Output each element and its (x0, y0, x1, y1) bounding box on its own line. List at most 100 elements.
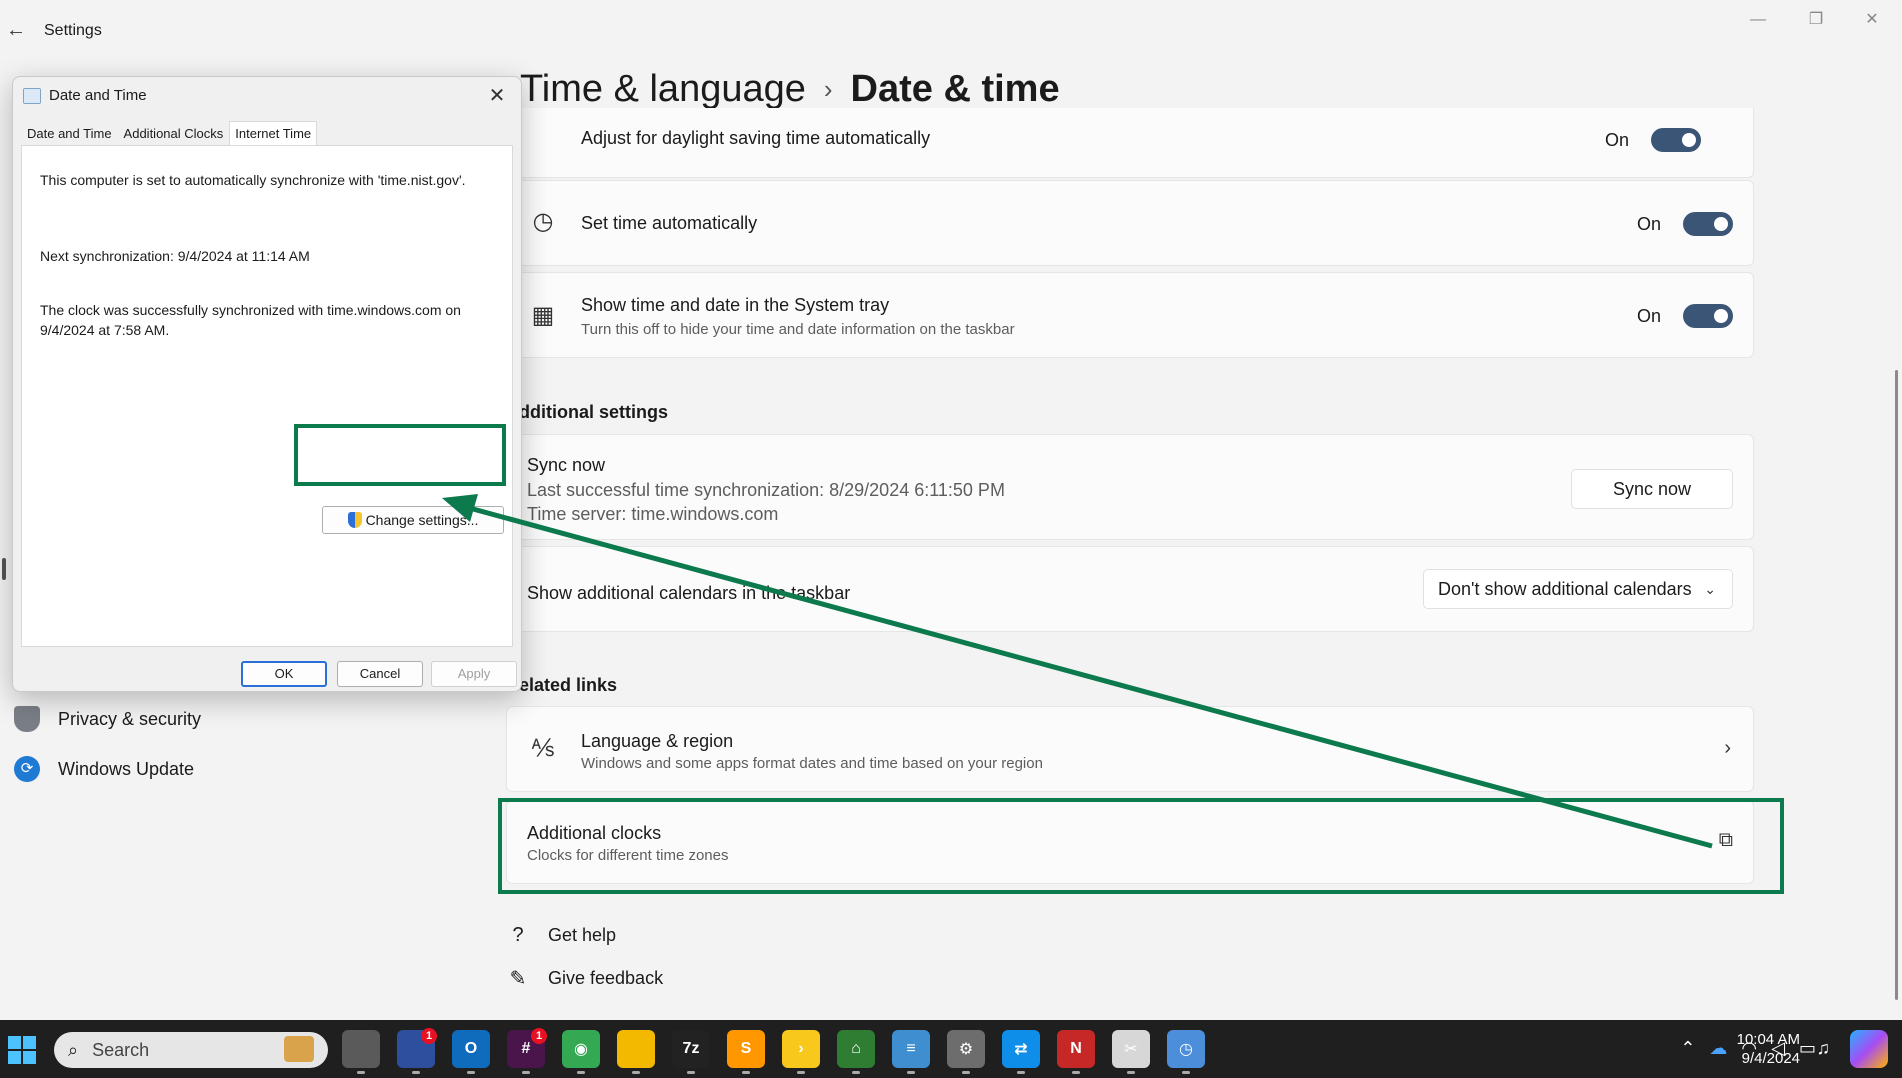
dialog-title: Date and Time (49, 87, 147, 104)
date-time-dialog-icon (23, 87, 41, 104)
dialog-close-icon[interactable]: ✕ (485, 83, 509, 108)
change-settings-label: Change settings... (365, 512, 479, 528)
running-indicator (1072, 1071, 1080, 1074)
page-title: Date & time (850, 68, 1060, 110)
taskbar: ⌕ Search 1 O #1 ◉ 7z S › ⌂ ≡ ⚙ ⇄ N ✂ ◷ ⌃ ☁ ◠ ◁ ▭ 10:0… (0, 1020, 1902, 1078)
taskbar-apps: 1 O #1 ◉ 7z S › ⌂ ≡ ⚙ ⇄ N ✂ ◷ (342, 1028, 1205, 1074)
running-indicator (1127, 1071, 1135, 1074)
shield-icon (14, 706, 40, 732)
clock-date: 9/4/2024 (1741, 1050, 1800, 1067)
update-icon: ⟳ (14, 756, 40, 782)
additional-calendars-dropdown[interactable]: Don't show additional calendars ⌄ (1423, 569, 1733, 609)
taskbar-search[interactable]: ⌕ Search (54, 1032, 328, 1068)
file-explorer-icon[interactable] (617, 1030, 655, 1074)
7zip-icon[interactable]: 7z (672, 1030, 710, 1074)
tab-date-and-time[interactable]: Date and Time (21, 121, 118, 145)
running-indicator (632, 1071, 640, 1074)
dialog-title-bar: Date and Time (23, 87, 147, 104)
daylight-saving-toggle[interactable] (1651, 128, 1701, 152)
app-glyph: 7z (682, 1040, 700, 1057)
copilot-icon[interactable] (1850, 1030, 1888, 1068)
restore-button[interactable]: ❐ (1798, 8, 1834, 32)
additional-clocks-link[interactable]: Additional clocks Clocks for different t… (506, 800, 1754, 884)
app-glyph: N (1070, 1040, 1082, 1057)
sublime-icon[interactable]: S (727, 1030, 765, 1074)
scrollbar-thumb[interactable] (1895, 370, 1898, 1000)
taskbar-clock[interactable]: 10:04 AM 9/4/2024 (1737, 1030, 1800, 1068)
minimize-button[interactable]: — (1740, 8, 1776, 32)
daylight-saving-toggle-group: On (1605, 128, 1701, 152)
tab-internet-time[interactable]: Internet Time (229, 121, 318, 145)
windows-start-icon[interactable] (8, 1036, 36, 1064)
clock-icon: ◷ (532, 208, 554, 235)
task-view-icon[interactable] (342, 1030, 380, 1074)
external-link-icon: ⧉ (1718, 829, 1733, 851)
app-glyph: ✂ (1124, 1041, 1138, 1058)
get-help-link[interactable]: ? Get help (506, 924, 616, 947)
slack-icon[interactable]: #1 (507, 1028, 547, 1074)
red-app-icon[interactable]: N (1057, 1030, 1095, 1074)
search-placeholder: Search (92, 1039, 150, 1060)
time-server-text: Time server: time.windows.com (527, 504, 779, 524)
chrome-icon[interactable]: ◉ (562, 1030, 600, 1074)
show-time-in-tray-toggle[interactable] (1683, 304, 1733, 328)
notepad-icon[interactable]: ≡ (892, 1030, 930, 1074)
battery-icon[interactable]: ▭ (1799, 1038, 1816, 1059)
back-arrow-icon[interactable]: ← (4, 18, 28, 42)
change-settings-button[interactable]: Change settings... (322, 506, 504, 534)
snipping-tool-icon[interactable]: ✂ (1112, 1030, 1150, 1074)
search-icon: ⌕ (68, 1039, 79, 1060)
tab-additional-clocks[interactable]: Additional Clocks (118, 121, 230, 145)
sync-now-card: Sync now Last successful time synchroniz… (506, 434, 1754, 540)
show-time-in-tray-label: Show time and date in the System tray (581, 295, 890, 315)
date-time-app-icon[interactable]: ◷ (1167, 1030, 1205, 1074)
dropdown-selected-value: Don't show additional calendars (1438, 579, 1692, 599)
maps-app-icon[interactable]: ⌂ (837, 1030, 875, 1074)
running-indicator (797, 1071, 805, 1074)
additional-clocks-title: Additional clocks (527, 823, 662, 843)
apply-button[interactable]: Apply (431, 661, 517, 687)
chevron-up-icon[interactable]: ⌃ (1680, 1038, 1695, 1059)
help-icon: ? (512, 924, 524, 946)
onedrive-icon[interactable]: ☁ (1709, 1038, 1727, 1059)
power-automate-icon[interactable]: › (782, 1030, 820, 1074)
app-glyph: S (740, 1040, 752, 1057)
teamviewer-icon[interactable]: ⇄ (1002, 1030, 1040, 1074)
running-indicator (742, 1071, 750, 1074)
language-icon: ⅍ (531, 735, 555, 762)
app-glyph: ⌂ (851, 1040, 861, 1057)
additional-settings-heading: Additional settings (506, 402, 668, 422)
notification-bell-icon[interactable]: ♫ (1817, 1038, 1831, 1059)
sidebar-item-privacy-security[interactable]: Privacy & security (14, 706, 201, 732)
settings-gear-icon[interactable]: ⚙ (947, 1030, 985, 1074)
sidebar-item-label: Privacy & security (58, 708, 202, 729)
ok-button[interactable]: OK (241, 661, 327, 687)
breadcrumb: Time & language › Date & time (520, 68, 1060, 111)
thermometer-app-icon[interactable]: 1 (397, 1028, 437, 1074)
notification-badge: 1 (531, 1028, 547, 1044)
show-time-in-tray-toggle-group: On (1637, 304, 1733, 328)
set-time-automatically-label: Set time automatically (581, 213, 758, 233)
date-and-time-dialog: Date and Time ✕ Date and Time Additional… (12, 76, 522, 692)
last-sync-result-text: The clock was successfully synchronized … (40, 302, 461, 338)
dialog-tabs: Date and Time Additional Clocks Internet… (21, 121, 318, 145)
app-glyph: ◷ (1179, 1041, 1193, 1058)
running-indicator (1182, 1071, 1190, 1074)
calendar-clock-icon: ▦ (531, 302, 555, 329)
app-glyph: O (464, 1040, 478, 1057)
set-time-automatically-toggle[interactable] (1683, 212, 1733, 236)
set-time-automatically-card: ◷ Set time automatically On (506, 180, 1754, 266)
daylight-saving-label: Adjust for daylight saving time automati… (581, 128, 931, 148)
sidebar-item-label: Windows Update (58, 758, 195, 779)
sync-now-button[interactable]: Sync now (1571, 469, 1733, 509)
close-button[interactable]: ✕ (1854, 8, 1890, 32)
language-region-link[interactable]: ⅍ Language & region Windows and some app… (506, 706, 1754, 792)
search-highlight-icon (284, 1036, 314, 1062)
cancel-button[interactable]: Cancel (337, 661, 423, 687)
sidebar-item-windows-update[interactable]: ⟳ Windows Update (14, 756, 194, 782)
breadcrumb-parent[interactable]: Time & language (520, 68, 806, 111)
outlook-icon[interactable]: O (452, 1030, 490, 1074)
clock-time: 10:04 AM (1736, 1031, 1800, 1048)
give-feedback-link[interactable]: ✎ Give feedback (506, 966, 663, 991)
feedback-icon: ✎ (509, 968, 527, 990)
